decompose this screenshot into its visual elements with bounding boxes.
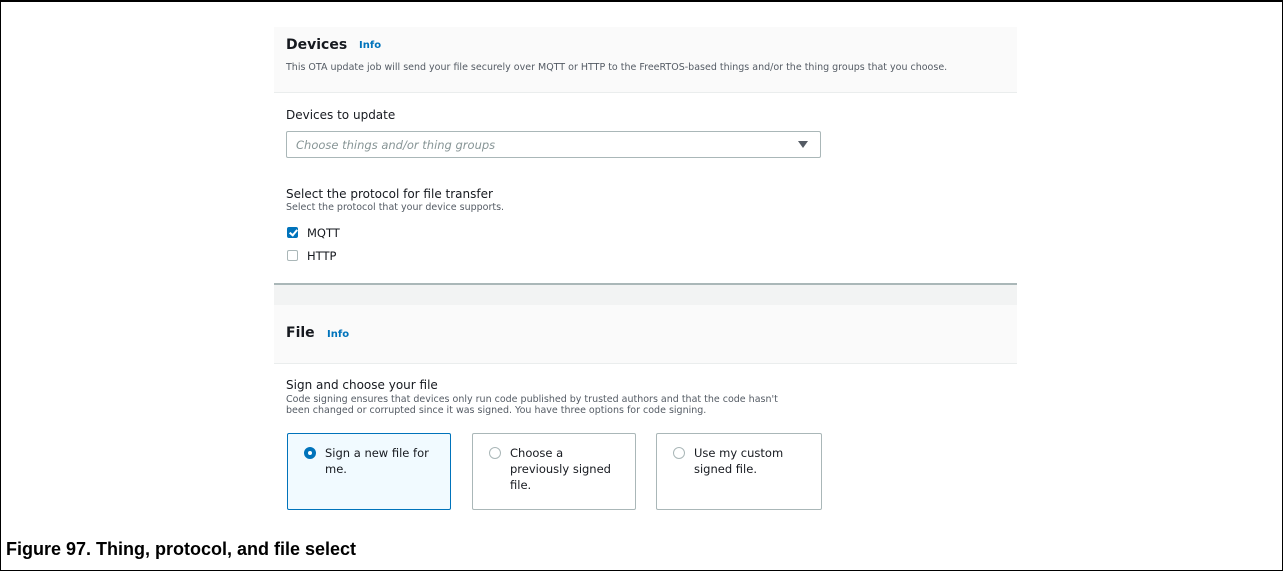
sign-new-file-radio[interactable] — [304, 447, 316, 459]
choose-signed-file-tile[interactable]: Choose a previously signed file. — [472, 433, 636, 510]
custom-signed-file-text: Use my custom signed file. — [694, 445, 783, 477]
figure-caption: Figure 97. Thing, protocol, and file sel… — [6, 539, 357, 559]
tile-line: Sign a new file for — [325, 446, 429, 460]
devices-select-placeholder: Choose things and/or thing groups — [296, 138, 496, 152]
sign-description-line1: Code signing ensures that devices only r… — [286, 394, 778, 405]
custom-signed-file-radio[interactable] — [673, 447, 685, 459]
file-title: File — [286, 325, 315, 341]
devices-section-header: Devices Info This OTA update job will se… — [274, 27, 1017, 93]
sign-new-file-text: Sign a new file for me. — [325, 445, 429, 477]
devices-description: This OTA update job will send your file … — [286, 62, 948, 73]
mqtt-label: MQTT — [307, 226, 340, 240]
devices-info-link[interactable]: Info — [359, 40, 381, 51]
devices-to-update-label: Devices to update — [286, 108, 396, 122]
custom-signed-file-tile[interactable]: Use my custom signed file. — [656, 433, 822, 510]
file-section-header: File Info — [274, 305, 1017, 364]
section-separator — [274, 283, 1017, 305]
http-label: HTTP — [307, 249, 337, 263]
http-checkbox[interactable] — [287, 250, 298, 261]
protocol-description: Select the protocol that your device sup… — [286, 202, 505, 213]
devices-title: Devices — [286, 37, 348, 53]
choose-signed-file-radio[interactable] — [489, 447, 501, 459]
protocol-label: Select the protocol for file transfer — [286, 187, 493, 201]
chevron-down-icon — [798, 141, 808, 148]
file-info-link[interactable]: Info — [327, 329, 349, 340]
sign-label: Sign and choose your file — [286, 378, 438, 392]
tile-line: previously signed — [510, 462, 611, 476]
tile-line: signed file. — [694, 462, 757, 476]
tile-line: Choose a — [510, 446, 564, 460]
mqtt-checkbox[interactable] — [287, 227, 298, 238]
tile-line: Use my custom — [694, 446, 784, 460]
choose-signed-file-text: Choose a previously signed file. — [510, 445, 611, 493]
sign-new-file-tile[interactable]: Sign a new file for me. — [287, 433, 451, 510]
devices-select[interactable]: Choose things and/or thing groups — [286, 131, 821, 158]
sign-description-line2: been changed or corrupted since it was s… — [286, 405, 707, 416]
tile-line: me. — [325, 462, 347, 476]
tile-line: file. — [510, 478, 532, 492]
ota-job-screenshot: Devices Info This OTA update job will se… — [274, 27, 1017, 540]
